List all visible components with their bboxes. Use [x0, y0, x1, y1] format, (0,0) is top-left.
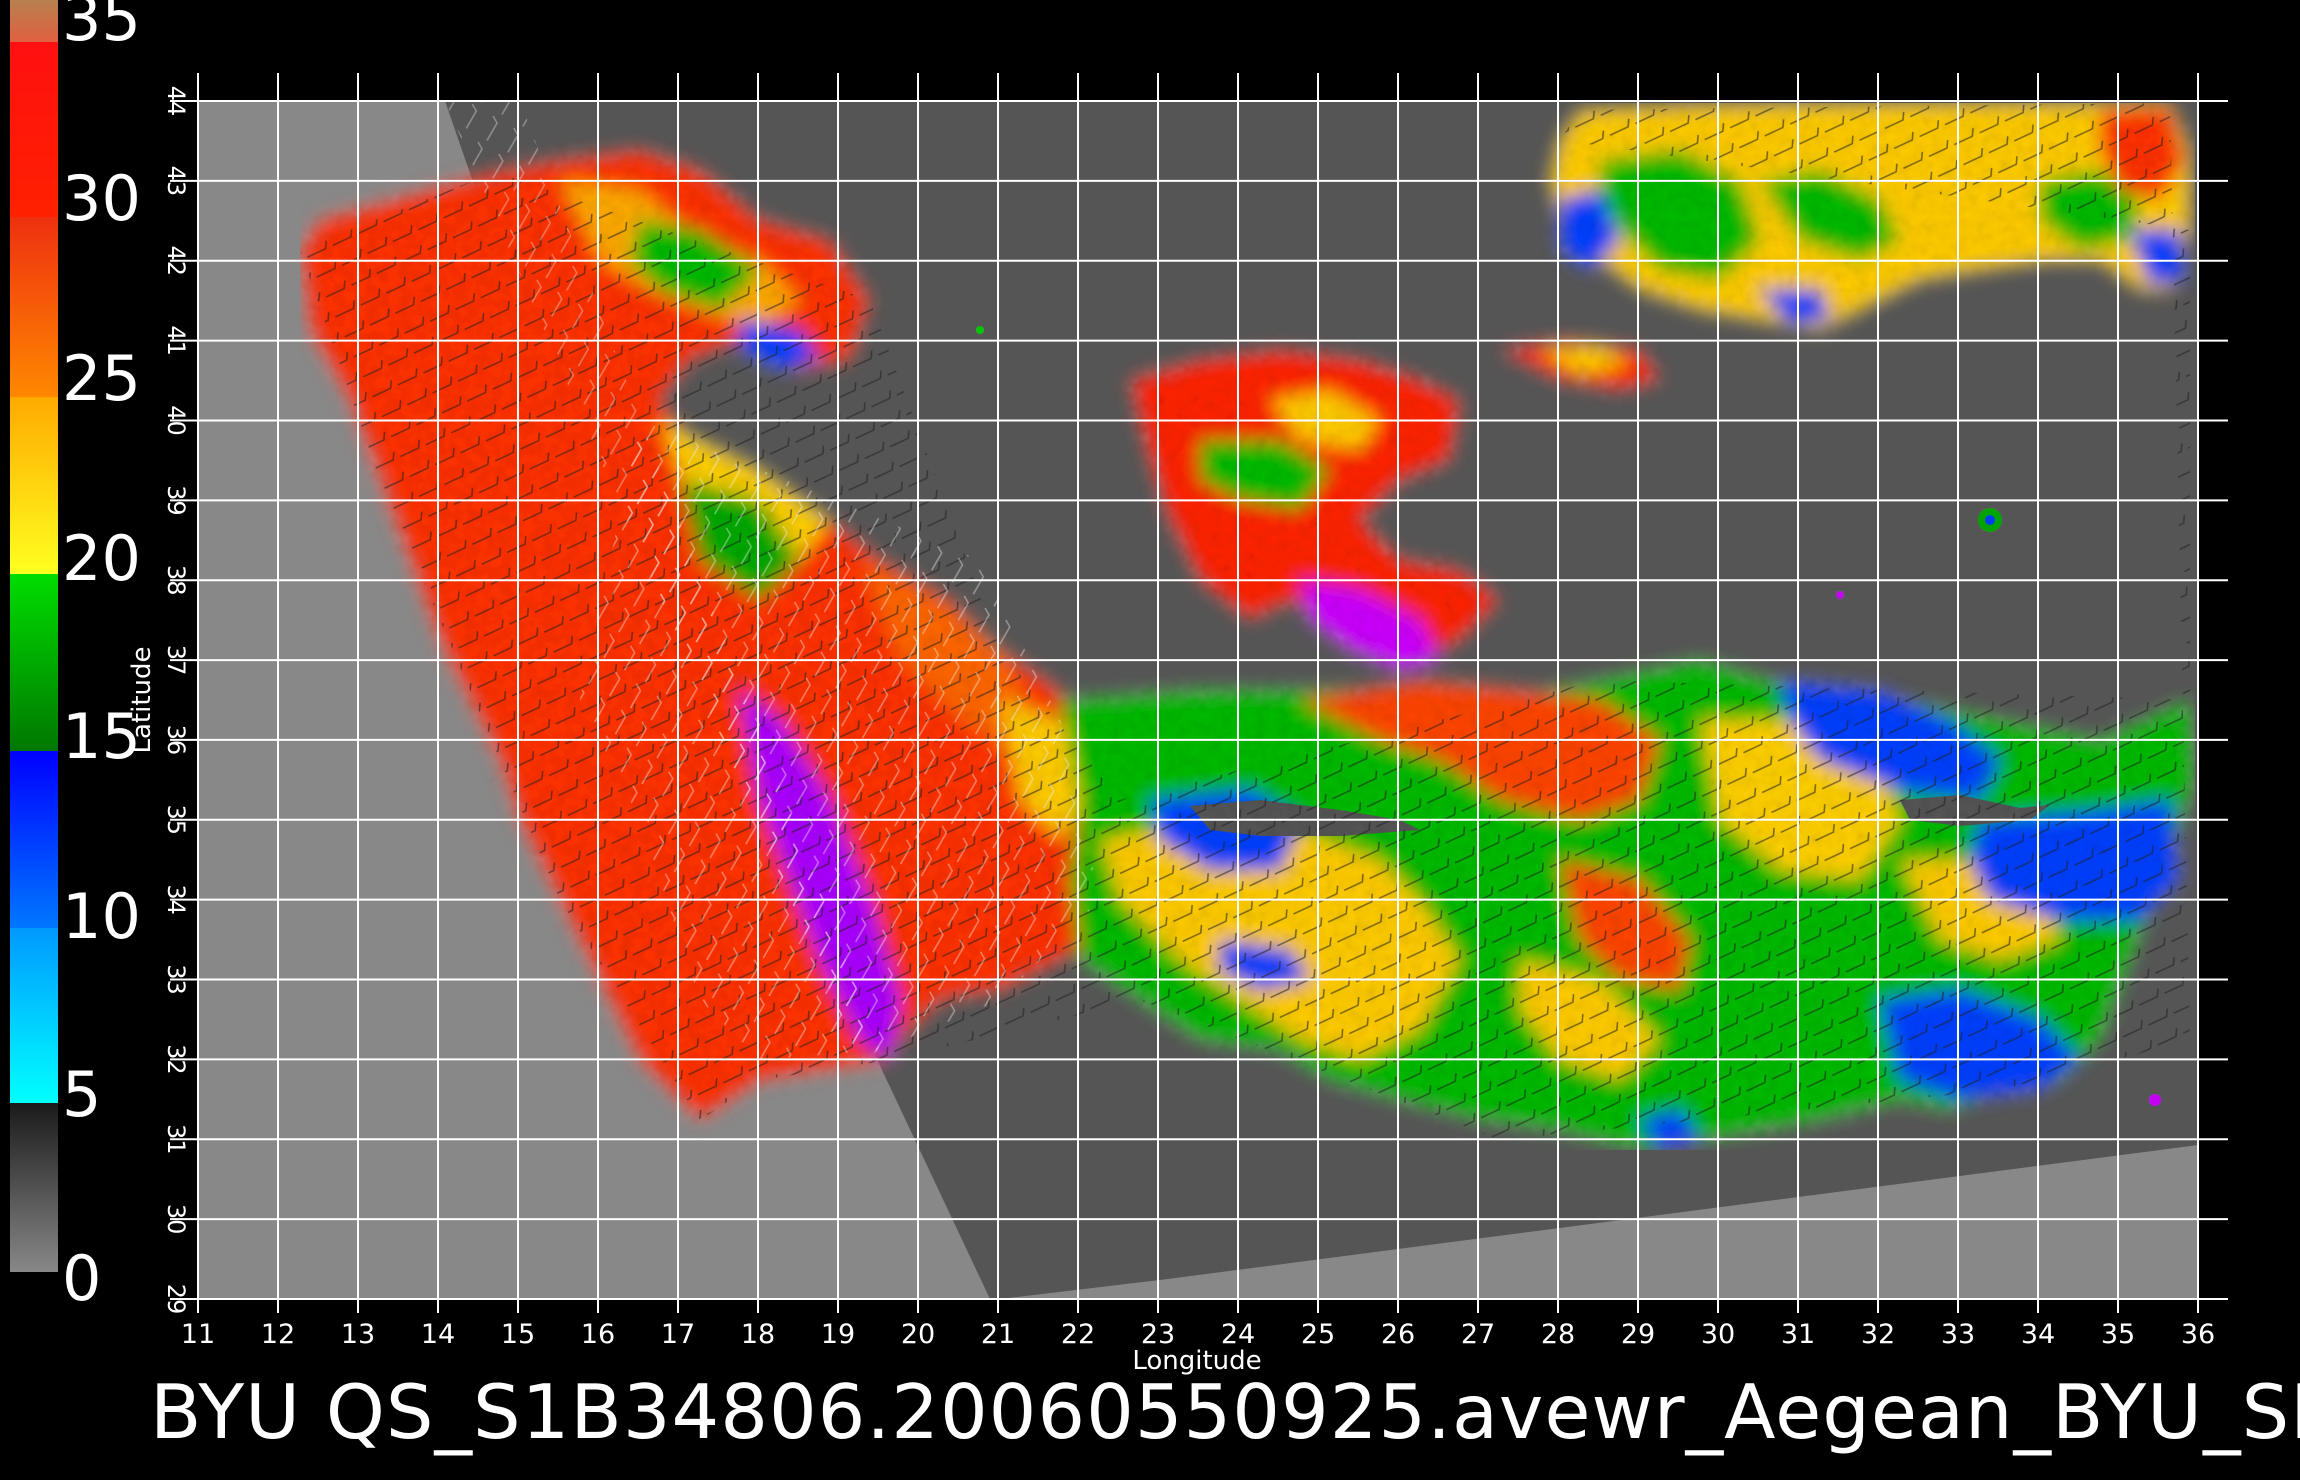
x-tick-label: 19 — [821, 1319, 855, 1350]
y-tick-label: 44 — [162, 86, 190, 117]
x-tick-label: 30 — [1701, 1319, 1735, 1350]
x-tick-label: 15 — [501, 1319, 535, 1350]
y-axis-title: Latitude — [127, 646, 157, 753]
y-tick-label: 33 — [162, 964, 190, 995]
y-tick-label: 31 — [162, 1124, 190, 1155]
x-tick-label: 16 — [581, 1319, 615, 1350]
y-tick-label: 38 — [162, 565, 190, 596]
island-speck-4 — [976, 326, 984, 334]
island-speck-2 — [1836, 591, 1844, 599]
y-tick-label: 42 — [162, 245, 190, 276]
map-area — [198, 101, 2198, 1299]
x-tick-label: 22 — [1061, 1319, 1095, 1350]
x-tick-label: 18 — [741, 1319, 775, 1350]
image-caption: BYU QS_S1B34806.20060550925.avewr_Aegean… — [150, 1368, 2300, 1456]
x-tick-label: 17 — [661, 1319, 695, 1350]
x-tick-label: 20 — [901, 1319, 935, 1350]
x-tick-label: 25 — [1301, 1319, 1335, 1350]
x-tick-label: 35 — [2101, 1319, 2135, 1350]
wind-speed-map: 11 12 13 14 15 16 17 18 19 20 21 22 23 24 25 26 27 28 29 30… — [127, 73, 2228, 1376]
x-tick-label: 13 — [341, 1319, 375, 1350]
y-tick-label: 43 — [162, 166, 190, 197]
y-tick-label: 35 — [162, 805, 190, 836]
latitude-tick-labels: 29 30 31 32 33 34 35 36 37 38 39 40 41 42 43 44 — [162, 86, 190, 1315]
island-speck-core — [1985, 515, 1995, 525]
y-tick-label: 40 — [162, 405, 190, 436]
x-tick-label: 31 — [1781, 1319, 1815, 1350]
x-tick-label: 32 — [1861, 1319, 1895, 1350]
x-tick-label: 36 — [2181, 1319, 2215, 1350]
x-tick-label: 14 — [421, 1319, 455, 1350]
y-tick-label: 37 — [162, 645, 190, 676]
y-tick-label: 41 — [162, 325, 190, 356]
x-tick-label: 21 — [981, 1319, 1015, 1350]
x-tick-label: 28 — [1541, 1319, 1575, 1350]
y-tick-label: 30 — [162, 1204, 190, 1235]
x-tick-label: 26 — [1381, 1319, 1415, 1350]
y-tick-label: 34 — [162, 884, 190, 915]
x-tick-label: 27 — [1461, 1319, 1495, 1350]
x-tick-label: 12 — [261, 1319, 295, 1350]
y-tick-label: 29 — [162, 1284, 190, 1315]
x-tick-label: 11 — [181, 1319, 215, 1350]
x-tick-label: 34 — [2021, 1319, 2055, 1350]
x-tick-label: 33 — [1941, 1319, 1975, 1350]
island-speck-3 — [2149, 1094, 2161, 1106]
y-tick-label: 36 — [162, 725, 190, 756]
y-tick-label: 39 — [162, 485, 190, 516]
y-tick-label: 32 — [162, 1044, 190, 1075]
x-tick-label: 29 — [1621, 1319, 1655, 1350]
